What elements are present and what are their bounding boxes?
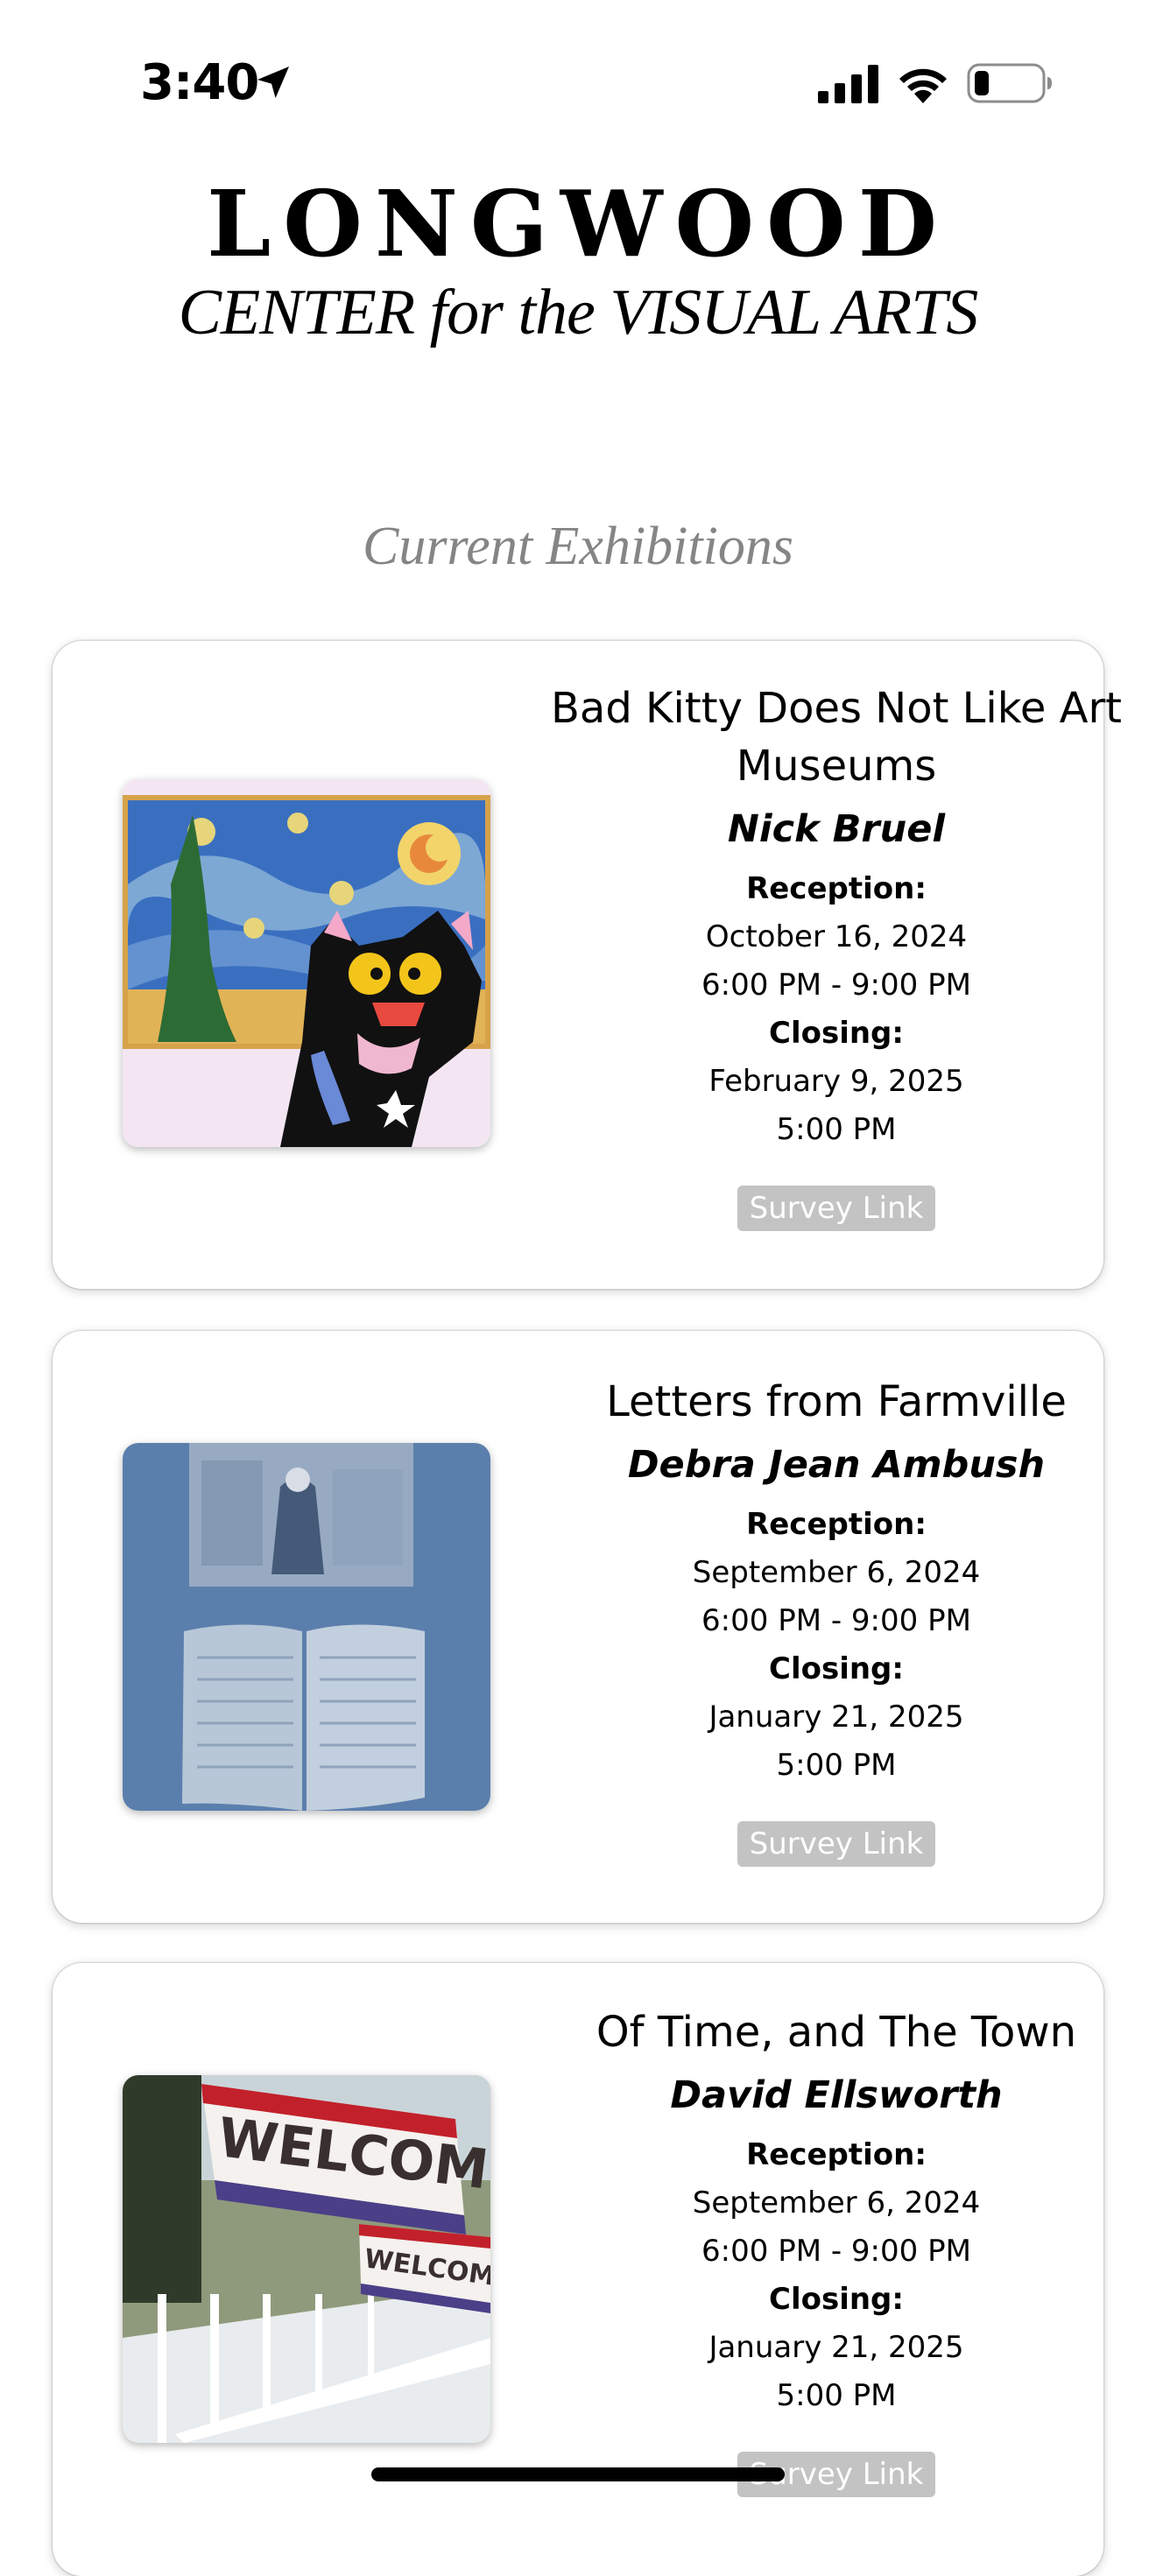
exhibition-card: Bad Kitty Does Not Like Art Museums Nick… (53, 641, 1122, 1289)
exhibition-image-bad-kitty[interactable] (123, 779, 490, 1147)
exhibition-artist: David Ellsworth (670, 2073, 1003, 2117)
closing-date: January 21, 2025 (708, 1700, 964, 1735)
welcome-banner-illustration: WELCOME WELCOME (123, 2075, 490, 2443)
survey-link-button[interactable]: Survey Link (737, 1186, 936, 1231)
closing-label: Closing: (769, 2282, 904, 2317)
closing-time: 5:00 PM (776, 1112, 897, 1147)
cyanotype-letters-illustration (123, 1443, 490, 1811)
survey-link-button[interactable]: Survey Link (737, 1821, 936, 1867)
exhibition-info: Bad Kitty Does Not Like Art Museums Nick… (525, 679, 1147, 1231)
section-title: Current Exhibitions (363, 517, 793, 576)
closing-date: February 9, 2025 (708, 1064, 964, 1099)
exhibition-title: Bad Kitty Does Not Like Art Museums (550, 684, 1122, 791)
reception-label: Reception: (746, 871, 927, 906)
exhibition-title: Letters from Farmville (606, 1377, 1067, 1426)
reception-time: 6:00 PM - 9:00 PM (701, 1603, 971, 1638)
closing-date: January 21, 2025 (708, 2330, 964, 2365)
closing-label: Closing: (769, 1016, 904, 1051)
exhibition-artist: Nick Bruel (727, 807, 946, 851)
reception-time: 6:00 PM - 9:00 PM (701, 2234, 971, 2269)
location-arrow-icon (257, 67, 289, 98)
battery-low-icon (967, 63, 1052, 103)
exhibition-title: Of Time, and The Town (596, 2008, 1077, 2057)
wifi-icon (899, 68, 947, 103)
exhibition-card: Letters from Farmville Debra Jean Ambush… (53, 1331, 1103, 1923)
reception-date: September 6, 2024 (692, 2185, 981, 2221)
exhibition-info: Of Time, and The Town David Ellsworth Re… (525, 2003, 1147, 2497)
brand-subtitle: CENTER for the VISUAL ARTS (178, 277, 979, 348)
starry-night-cat-illustration (123, 779, 490, 1147)
brand-title: LONGWOOD (207, 170, 949, 278)
status-bar: 3:40 (0, 0, 1156, 166)
exhibition-image-of-time-and-the-town[interactable]: WELCOME WELCOME (123, 2075, 490, 2443)
reception-time: 6:00 PM - 9:00 PM (701, 968, 971, 1003)
status-time: 3:40 (140, 54, 259, 111)
home-indicator[interactable] (371, 2467, 785, 2481)
reception-date: September 6, 2024 (692, 1555, 981, 1590)
closing-time: 5:00 PM (776, 2378, 897, 2413)
exhibition-info: Letters from Farmville Debra Jean Ambush… (525, 1373, 1147, 1867)
reception-label: Reception: (746, 2137, 927, 2172)
reception-label: Reception: (746, 1507, 927, 1542)
exhibition-artist: Debra Jean Ambush (627, 1443, 1046, 1487)
reception-date: October 16, 2024 (705, 919, 968, 954)
cellular-signal-icon (818, 65, 878, 103)
exhibition-image-letters-from-farmville[interactable] (123, 1443, 490, 1811)
exhibition-card: WELCOME WELCOME Of Time, and The Town Da… (53, 1963, 1103, 2576)
closing-time: 5:00 PM (776, 1748, 897, 1783)
closing-label: Closing: (769, 1651, 904, 1686)
